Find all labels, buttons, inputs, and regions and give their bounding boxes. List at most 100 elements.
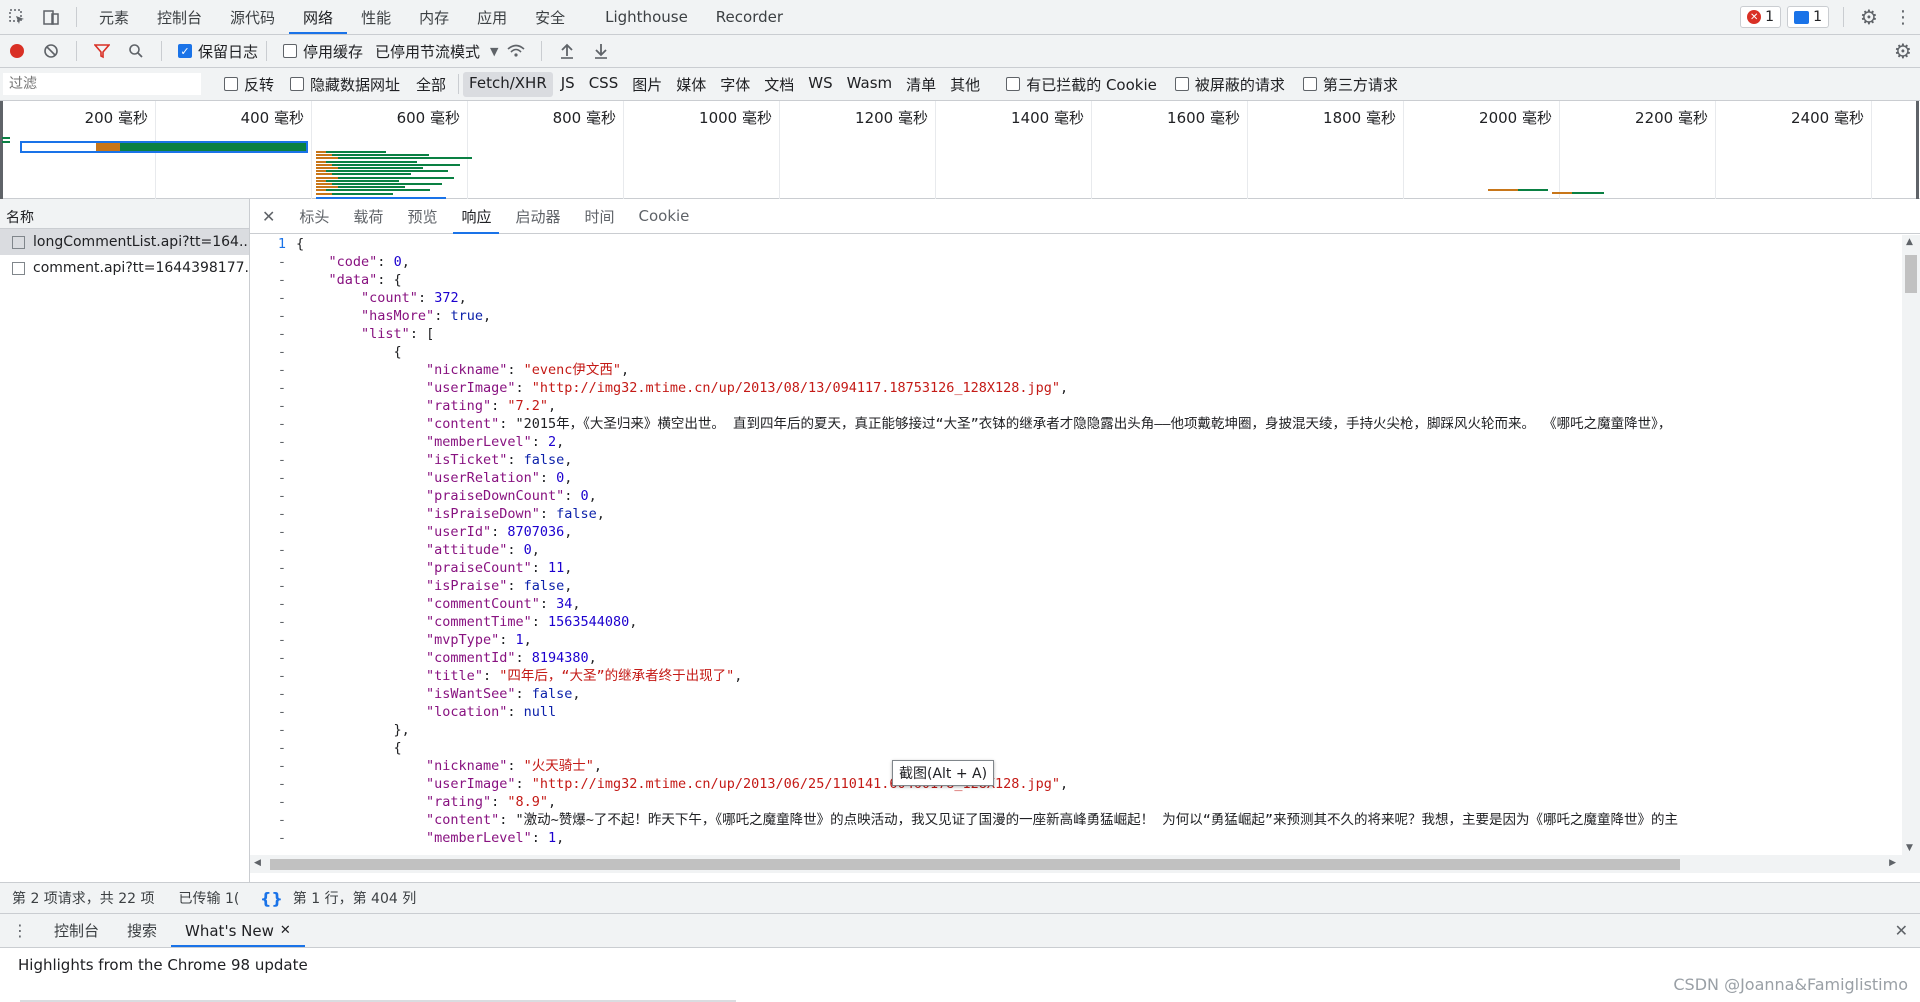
record-icon[interactable] [0,34,34,68]
third-party-checkbox[interactable] [1302,77,1317,91]
scroll-down-icon[interactable]: ▼ [1906,843,1913,853]
filter-type-6[interactable]: 文档 [758,72,800,97]
code-line: - "praiseCount": 11, [250,559,1902,577]
scroll-left-icon[interactable]: ◀ [254,858,261,868]
filter-type-0[interactable]: Fetch/XHR [463,71,553,97]
detail-tab-6[interactable]: Cookie [627,199,702,234]
network-overview-timeline[interactable]: 200 毫秒 400 毫秒 600 毫秒 800 毫秒 1000 毫秒 1200 毫秒 14… [0,101,1920,199]
pretty-print-icon[interactable]: {} [250,889,293,908]
close-tab-icon[interactable]: ✕ [280,923,291,938]
request-row[interactable]: comment.api?tt=1644398177... [0,255,249,281]
drawer-menu-icon[interactable]: ⋮ [0,921,40,940]
code-text: "content": "2015年，《大圣归来》横空出世。 直到四年后的夏天，真… [426,416,1672,432]
code-text: "isWantSee": false, [426,686,581,702]
detail-tab-1[interactable]: 载荷 [341,199,395,234]
tab-9[interactable]: Recorder [702,0,797,34]
filter-type-2[interactable]: CSS [583,72,625,97]
blocked-cookies-checkbox[interactable] [1006,77,1021,91]
device-toolbar-icon[interactable] [34,0,68,34]
filter-funnel-icon[interactable] [85,34,119,68]
network-settings-gear-icon[interactable]: ⚙ [1886,34,1920,68]
close-drawer-icon[interactable]: ✕ [1883,921,1920,940]
inspect-element-icon[interactable] [0,0,34,34]
import-har-icon[interactable] [550,34,584,68]
filter-type-8[interactable]: Wasm [841,72,899,97]
code-line: - "count": 372, [250,289,1902,307]
network-toolbar: ✓ 保留日志 停用缓存 已停用节流模式 ▼ ⚙ [0,35,1920,68]
filter-type-1[interactable]: JS [555,72,581,97]
overview-bar [316,157,338,160]
code-line: - "nickname": "evenc伊文西", [250,361,1902,379]
separator [1843,7,1844,27]
blocked-requests-checkbox[interactable] [1174,77,1189,91]
network-conditions-icon[interactable] [499,34,533,68]
request-row[interactable]: longCommentList.api?tt=164... [0,229,249,255]
tab-6[interactable]: 应用 [463,0,521,34]
filter-type-all[interactable]: 全部 [410,72,452,97]
filter-type-3[interactable]: 图片 [626,72,668,97]
horizontal-scroll-thumb[interactable] [270,859,1680,870]
tab-5[interactable]: 内存 [405,0,463,34]
close-detail-icon[interactable]: ✕ [250,207,287,226]
overview-bar [338,186,405,189]
tab-8[interactable]: Lighthouse [591,0,702,34]
detail-tab-2[interactable]: 预览 [395,199,449,234]
tab-2[interactable]: 源代码 [216,0,289,34]
line-number: - [277,596,286,612]
code-line: - "userId": 8707036, [250,523,1902,541]
filter-type-4[interactable]: 媒体 [670,72,712,97]
drawer-tab-1[interactable]: 搜索 [113,914,171,947]
scroll-up-icon[interactable]: ▲ [1906,237,1913,247]
code-line: - "mvpType": 1, [250,631,1902,649]
code-text: { [296,236,305,252]
response-body-viewer[interactable]: 1{- "code": 0, - "data": {- "count": 372,… [250,235,1902,855]
detail-tab-4[interactable]: 启动器 [503,199,572,234]
error-badge[interactable]: ✕ 1 [1740,6,1782,28]
code-text: "isPraiseDown": false, [426,506,605,522]
drawer-tab-0[interactable]: 控制台 [40,914,113,947]
tab-1[interactable]: 控制台 [143,0,216,34]
code-text: "hasMore": true, [361,308,492,324]
export-har-icon[interactable] [584,34,618,68]
tab-0[interactable]: 元素 [85,0,143,34]
detail-tab-0[interactable]: 标头 [287,199,341,234]
name-column-header[interactable]: 名称 [0,199,249,229]
filter-type-10[interactable]: 其他 [944,72,986,97]
search-icon[interactable] [119,34,153,68]
more-options-icon[interactable]: ⋮ [1886,0,1920,34]
chevron-down-icon[interactable]: ▼ [490,45,498,58]
overview-bar [326,160,417,163]
error-icon: ✕ [1747,10,1762,24]
detail-tab-3[interactable]: 响应 [449,199,503,234]
preserve-log-checkbox[interactable]: ✓ [178,44,192,58]
disable-cache-checkbox[interactable] [283,44,298,58]
drawer-tab-2[interactable]: What's New ✕ [171,914,305,947]
tab-7[interactable]: 安全 [521,0,579,34]
line-number: - [277,830,286,846]
clear-icon[interactable] [34,34,68,68]
code-line: - "userImage": "http://img32.mtime.cn/up… [250,379,1902,397]
code-text: "nickname": "火天骑士", [426,758,602,774]
tab-4[interactable]: 性能 [347,0,405,34]
filter-input[interactable] [2,72,202,96]
overview-right-handle[interactable] [1916,101,1919,199]
detail-tab-bar: ✕ 标头 载荷 预览 响应 启动器 时间 Cookie [250,199,1920,234]
vertical-scroll-thumb[interactable] [1905,255,1917,293]
detail-tab-5[interactable]: 时间 [572,199,626,234]
filter-type-7[interactable]: WS [802,72,838,97]
invert-checkbox[interactable] [224,77,238,91]
xhr-file-icon [12,235,25,249]
overview-left-handle[interactable] [0,101,3,199]
filter-type-9[interactable]: 清单 [900,72,942,97]
line-number: - [277,308,286,324]
throttling-select[interactable]: 已停用节流模式 [375,41,480,62]
horizontal-scrollbar[interactable]: ◀ ▶ [250,855,1920,873]
message-badge[interactable]: 1 [1787,6,1829,28]
scroll-right-icon[interactable]: ▶ [1889,858,1896,868]
hide-data-urls-checkbox[interactable] [290,77,305,91]
filter-type-5[interactable]: 字体 [714,72,756,97]
settings-gear-icon[interactable]: ⚙ [1852,0,1886,34]
tab-3[interactable]: 网络 [289,0,348,34]
vertical-scrollbar[interactable]: ▲ ▼ [1902,235,1920,855]
blocked-requests-label: 被屏蔽的请求 [1194,75,1285,94]
